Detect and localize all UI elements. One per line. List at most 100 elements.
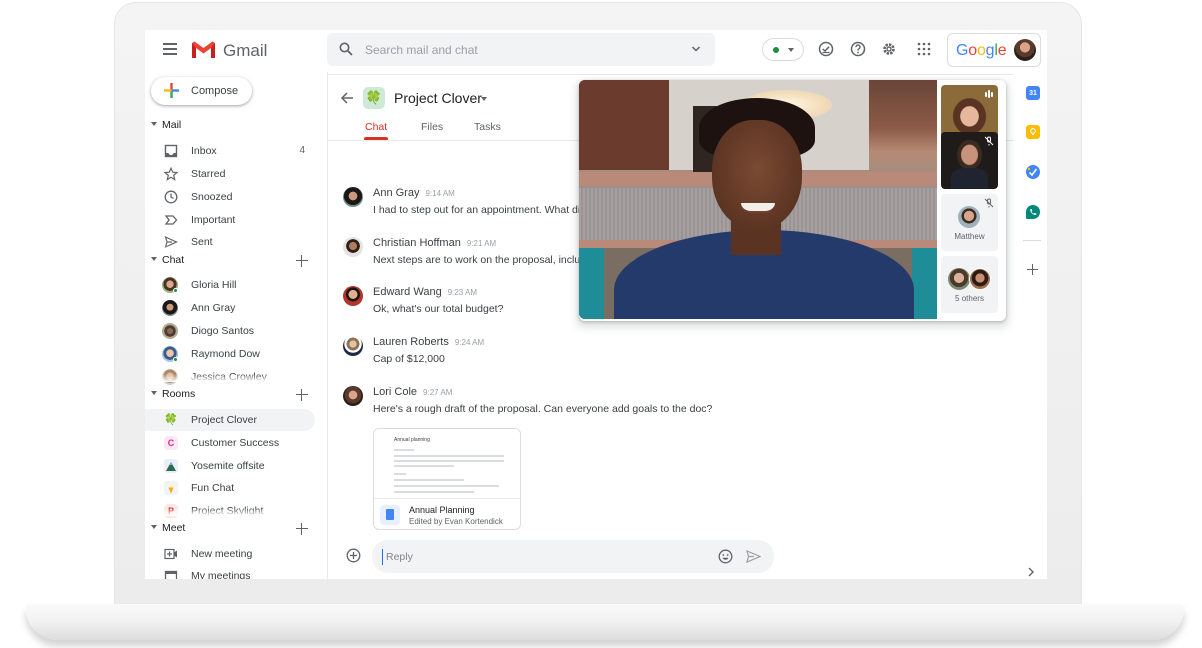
sidebar-item-label: Yosemite offsite [191,460,265,472]
sidebar-item-label: Starred [191,168,226,180]
sidebar-item-label: Ann Gray [191,302,236,314]
ice-cream-icon [164,481,178,495]
sidebar-chat-ann-gray[interactable]: Ann Gray [145,297,315,319]
message-text: Ok, what's our total budget? [373,303,504,315]
participant-tile-matthew[interactable]: Matthew [941,194,998,251]
add-chat-button[interactable] [296,255,308,267]
participant-tile-others[interactable]: 5 others [941,256,998,313]
sidebar-meet-my-meetings[interactable]: My meetings [145,565,315,579]
avatar[interactable] [343,187,363,207]
avatar[interactable] [343,336,363,356]
video-add-icon [164,548,177,560]
important-icon [164,215,178,225]
sidebar-item-starred[interactable]: Starred [145,163,315,185]
gmail-window: Gmail Google Compose [145,30,1047,579]
sidebar-chat-diogo-santos[interactable]: Diogo Santos [145,320,315,342]
online-indicator [173,288,178,293]
message-text: I had to step out for an appointment. Wh… [373,204,587,216]
sidebar-item-label: Project Clover [191,414,257,426]
add-room-button[interactable] [296,389,308,401]
search-input[interactable] [365,41,675,59]
send-icon[interactable] [746,550,761,563]
help-icon[interactable] [850,41,866,57]
avatar [162,277,178,293]
collapse-triangle-icon [151,257,157,261]
compose-button[interactable]: Compose [151,77,252,105]
keep-app-icon[interactable] [1026,125,1040,139]
participant-tile[interactable] [941,132,998,189]
sidebar-room-project-clover[interactable]: 🍀 Project Clover [145,409,315,431]
avatar[interactable] [343,286,363,306]
search-icon[interactable] [339,42,353,56]
chat-section-header[interactable]: Chat [151,254,184,268]
avatar [162,323,178,339]
doc-attachment-card[interactable]: Annual planning Annual Planning Edited b… [373,428,521,530]
avatar[interactable] [343,237,363,257]
hangouts-phone-app-icon[interactable] [1026,205,1040,219]
message-sender: Edward Wang [373,286,442,298]
calendar-app-icon[interactable]: 31 [1026,86,1040,100]
get-addons-plus-icon[interactable] [1027,264,1038,275]
collapse-triangle-icon [151,391,157,395]
status-active-dot [773,47,779,53]
tab-tasks[interactable]: Tasks [474,121,501,133]
add-attachment-icon[interactable] [346,548,361,563]
clover-icon: 🍀 [164,414,178,426]
sidebar-chat-raymond-dow[interactable]: Raymond Dow [145,343,315,365]
sidebar-item-label: My meetings [191,570,251,579]
star-icon [164,167,178,181]
google-docs-icon [380,505,400,525]
status-dropdown[interactable] [762,38,804,61]
sidebar-chat-gloria-hill[interactable]: Gloria Hill [145,274,315,296]
search-options-chevron-icon[interactable] [691,44,701,54]
message-time: 9:21 AM [466,239,497,248]
google-logo: Google [956,42,1007,59]
main-menu-icon[interactable] [163,43,177,55]
sidebar-room-customer-success[interactable]: C Customer Success [145,432,315,454]
sidebar-item-label: Snoozed [191,191,233,203]
participant-name: Matthew [954,232,985,241]
rooms-section-header[interactable]: Rooms [151,388,195,402]
sidebar-item-inbox[interactable]: Inbox 4 [145,140,315,162]
add-meeting-button[interactable] [296,523,308,535]
list-fade [145,374,320,382]
room-menu-caret-icon[interactable] [481,97,487,101]
message-time: 9:24 AM [454,338,485,347]
emoji-icon[interactable] [718,549,733,564]
apps-grid-icon[interactable] [916,41,932,57]
reply-input[interactable] [382,549,702,565]
room-letter-avatar: C [164,436,178,450]
google-account-button[interactable]: Google [947,33,1041,67]
sidebar-item-snoozed[interactable]: Snoozed [145,186,315,208]
inbox-icon [164,144,178,158]
sidebar-item-important[interactable]: Important [145,209,315,231]
tasks-check-icon[interactable] [818,41,834,57]
room-title[interactable]: Project Clover [394,90,482,106]
room-clover-icon: 🍀 [363,87,385,109]
sidebar-item-label: Diogo Santos [191,325,255,337]
message-text: Next steps are to work on the proposal, … [373,254,587,266]
settings-gear-icon[interactable] [881,41,897,57]
sidebar-meet-new-meeting[interactable]: New meeting [145,543,315,565]
tab-files[interactable]: Files [421,121,443,133]
participant-count: 5 others [955,294,984,303]
meet-section-header[interactable]: Meet [151,522,185,536]
search-bar[interactable] [327,33,715,66]
avatar[interactable] [343,386,363,406]
message-sender: Christian Hoffman [373,237,461,249]
top-header: Gmail Google [145,30,1047,72]
account-avatar[interactable] [1014,39,1036,61]
back-arrow-icon[interactable] [340,91,354,105]
chat-message: Lauren Roberts 9:24 AM Cap of $12,000 [343,336,1003,376]
tab-chat[interactable]: Chat [365,121,387,133]
main-speaker-video[interactable] [579,80,937,319]
sidebar-room-yosemite-offsite[interactable]: Yosemite offsite [145,455,315,477]
video-call-panel: Matthew 5 others [579,80,1006,321]
app-name: Gmail [223,41,268,60]
avatar [948,268,970,290]
mail-section-header[interactable]: Mail [151,119,181,133]
expand-side-panel-chevron-icon[interactable] [1027,567,1035,577]
sidebar-item-label: Customer Success [191,437,280,449]
tasks-app-icon[interactable] [1026,165,1040,179]
sidebar-room-fun-chat[interactable]: Fun Chat [145,477,315,499]
